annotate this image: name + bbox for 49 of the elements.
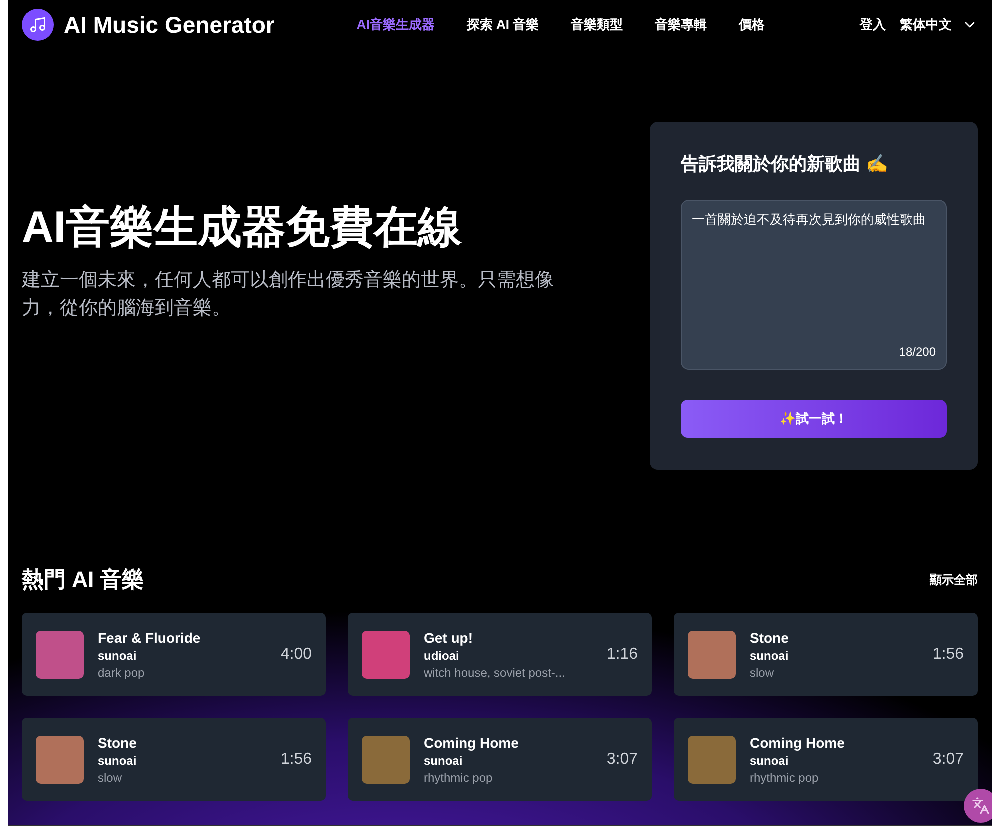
song-artist: sunoai (750, 754, 790, 768)
song-card[interactable]: Get up! udioai witch house, soviet post-... 1:16 (348, 613, 652, 696)
song-genre: witch house, soviet post-... (424, 666, 566, 680)
song-genre: slow (750, 666, 776, 680)
song-card[interactable]: Stone sunoai slow 1:56 (674, 613, 978, 696)
song-card[interactable]: Stone sunoai slow 1:56 (22, 718, 326, 801)
composer-title: 告訴我關於你的新歌曲 ✍ (681, 153, 890, 176)
translate-icon (972, 797, 990, 815)
song-artist: udioai (424, 648, 460, 662)
song-title: Fear & Fluoride (98, 630, 202, 646)
song-duration: 3:07 (606, 750, 638, 768)
song-duration: 3:07 (932, 750, 964, 768)
song-title: Coming Home (424, 734, 520, 750)
song-title: Coming Home (750, 734, 846, 750)
nav-link[interactable]: AI音樂生成器 (356, 16, 435, 34)
song-title: Stone (98, 734, 138, 750)
song-artist: sunoai (424, 754, 464, 768)
nav-link[interactable]: 探索 AI 音樂 (466, 16, 540, 34)
song-genre: rhythmic pop (750, 770, 820, 784)
song-genre: dark pop (98, 666, 146, 680)
song-genre: rhythmic pop (424, 770, 494, 784)
hero-title: AI音樂生成器免費在線 (22, 202, 463, 254)
logo-icon (22, 9, 54, 41)
song-card[interactable]: Coming Home sunoai rhythmic pop 3:07 (674, 718, 978, 801)
song-duration: 1:16 (606, 646, 638, 664)
song-artist: sunoai (98, 648, 138, 662)
nav-link[interactable]: 價格 (739, 16, 766, 34)
song-title: Get up! (424, 630, 474, 646)
song-duration: 4:00 (280, 646, 312, 664)
song-card[interactable]: Fear & Fluoride sunoai dark pop 4:00 (22, 613, 326, 696)
song-title: Stone (750, 630, 790, 646)
hero-subtitle: 建立一個未來，任何人都可以創作出優秀音樂的世界。只需想像力，從你的腦海到音樂。 (22, 269, 555, 321)
song-artist: sunoai (750, 648, 790, 662)
show-all-link[interactable]: 顯示全部 (930, 572, 978, 588)
character-counter: 18/200 (899, 345, 936, 359)
login-link[interactable]: 登入 (860, 16, 886, 34)
song-artist: sunoai (98, 754, 138, 768)
song-card[interactable]: Coming Home sunoai rhythmic pop 3:07 (348, 718, 652, 801)
nav-link[interactable]: 音樂專輯 (655, 16, 708, 34)
language-selector[interactable]: 繁体中文 (900, 16, 978, 34)
song-duration: 1:56 (932, 646, 964, 664)
song-prompt-field[interactable]: 一首關於迫不及待再次見到你的威性歌曲 18/200 (681, 200, 947, 370)
section-title: 熱門 AI 音樂 (22, 566, 144, 594)
nav-link[interactable]: 音樂類型 (571, 16, 624, 34)
song-genre: slow (98, 770, 124, 784)
translate-button[interactable] (964, 789, 992, 823)
song-duration: 1:56 (280, 750, 312, 768)
try-button[interactable]: ✨試一試！ (681, 400, 947, 438)
logo-text: AI Music Generator (64, 12, 275, 38)
